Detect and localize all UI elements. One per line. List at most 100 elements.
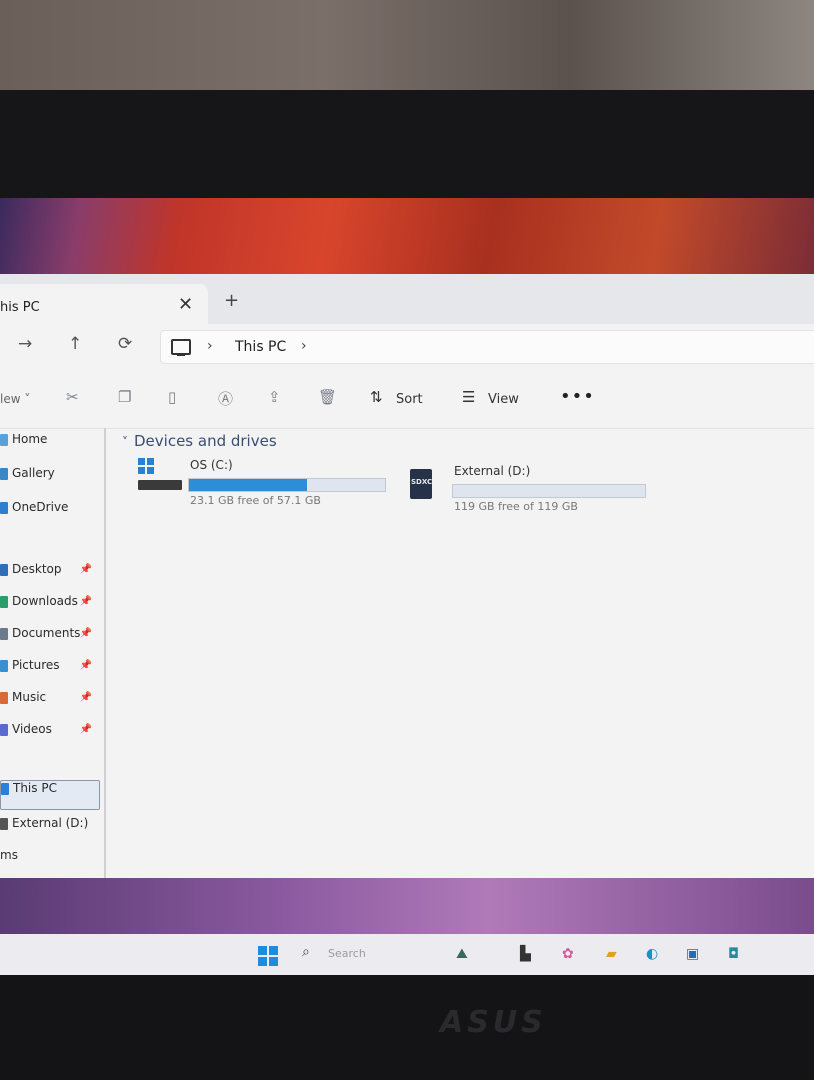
- more-options-icon[interactable]: •••: [560, 386, 595, 407]
- monitor-bezel-top: [0, 90, 814, 200]
- forward-icon[interactable]: →: [18, 334, 32, 354]
- drive-usage-fill: [189, 479, 307, 491]
- sort-icon[interactable]: ⇅: [370, 388, 383, 406]
- start-button[interactable]: [258, 946, 278, 966]
- sidebar-item-music[interactable]: Music 📌: [0, 690, 102, 714]
- tab-this-pc[interactable]: his PC ✕: [0, 284, 208, 324]
- view-button[interactable]: View: [488, 392, 519, 407]
- view-icon[interactable]: ☰: [462, 388, 475, 406]
- refresh-icon[interactable]: ⟳: [118, 334, 132, 354]
- drive-free-space: 23.1 GB free of 57.1 GB: [190, 494, 321, 507]
- taskbar-search[interactable]: Search: [328, 947, 366, 960]
- copilot-icon[interactable]: ✿: [562, 946, 574, 962]
- widgets-icon[interactable]: ⛰: [456, 946, 468, 962]
- desktop-icon: [0, 563, 8, 576]
- cut-icon[interactable]: ✂: [66, 388, 79, 406]
- hard-drive-icon: [138, 480, 182, 490]
- pin-icon: 📌: [79, 692, 92, 703]
- sidebar-item-label: OneDrive: [12, 500, 69, 514]
- delete-icon[interactable]: 🗑: [318, 388, 337, 406]
- new-tab-icon[interactable]: +: [224, 290, 239, 311]
- new-button[interactable]: lew ˅: [0, 392, 30, 406]
- videos-icon: [0, 723, 8, 736]
- drive-usage-bar: [452, 484, 646, 498]
- drive-name: OS (C:): [190, 458, 233, 472]
- sidebar-item-gallery[interactable]: Gallery: [0, 466, 102, 490]
- gallery-icon: [0, 467, 8, 480]
- pin-icon: 📌: [79, 628, 92, 639]
- screen: his PC ✕ + → ↑ ⟳ › This PC › lew ˅ ✂ ❐ ▯…: [0, 198, 814, 978]
- sidebar-item-label: Pictures: [12, 658, 60, 672]
- search-icon[interactable]: ⌕: [302, 944, 310, 960]
- sidebar-item-external-d[interactable]: External (D:): [0, 816, 102, 840]
- monitor-bezel-bottom: ASUS: [0, 975, 814, 1080]
- drive-os-c[interactable]: OS (C:) 23.1 GB free of 57.1 GB: [188, 458, 388, 507]
- task-view-icon[interactable]: ▙: [520, 946, 531, 962]
- documents-icon: [0, 627, 8, 640]
- sidebar-item-this-pc[interactable]: This PC: [0, 780, 100, 810]
- download-icon: [0, 595, 8, 608]
- command-bar: lew ˅ ✂ ❐ ▯ Ⓐ ⇪ 🗑 ⇅ Sort ☰ View •••: [0, 372, 814, 429]
- sd-card-badge: SDXC: [411, 478, 433, 486]
- section-title: Devices and drives: [134, 432, 277, 450]
- file-explorer-window: his PC ✕ + → ↑ ⟳ › This PC › lew ˅ ✂ ❐ ▯…: [0, 274, 814, 882]
- sidebar-item-label: Downloads: [12, 594, 78, 608]
- section-devices-and-drives[interactable]: ˅ Devices and drives: [122, 432, 277, 450]
- pc-icon: [1, 782, 9, 795]
- sidebar-item-downloads[interactable]: Downloads 📌: [0, 594, 102, 618]
- breadcrumb-chevron-icon[interactable]: ›: [207, 338, 213, 354]
- pin-icon: 📌: [79, 596, 92, 607]
- drive-external-d[interactable]: External (D:) 119 GB free of 119 GB: [452, 464, 652, 513]
- drive-free-space: 119 GB free of 119 GB: [454, 500, 578, 513]
- close-tab-icon[interactable]: ✕: [178, 294, 193, 315]
- sidebar-item-desktop[interactable]: Desktop 📌: [0, 562, 102, 586]
- sidebar-item-label: External (D:): [12, 816, 89, 830]
- outlook-icon[interactable]: ◘: [728, 946, 739, 962]
- sort-button[interactable]: Sort: [396, 392, 423, 407]
- sd-card-icon: SDXC: [410, 469, 432, 499]
- background-room: [0, 0, 814, 100]
- sidebar-item-label: Music: [12, 690, 47, 704]
- address-bar[interactable]: › This PC ›: [160, 330, 814, 364]
- sidebar-item-label: Documents: [12, 626, 81, 640]
- drive-usage-bar: [188, 478, 386, 492]
- pin-icon: 📌: [79, 660, 92, 671]
- pictures-icon: [0, 659, 8, 672]
- paste-icon[interactable]: ▯: [168, 388, 176, 406]
- rename-icon[interactable]: Ⓐ: [218, 388, 233, 409]
- drive-icon: [0, 817, 8, 830]
- sidebar-item-home[interactable]: Home: [0, 432, 102, 456]
- sidebar-item-onedrive[interactable]: OneDrive: [0, 500, 102, 524]
- navigation-bar: → ↑ ⟳ › This PC ›: [0, 324, 814, 370]
- sidebar-item-pictures[interactable]: Pictures 📌: [0, 658, 102, 682]
- sidebar-item-label: ms: [0, 848, 18, 862]
- sidebar-item-ms[interactable]: ms: [0, 848, 102, 872]
- share-icon[interactable]: ⇪: [268, 388, 281, 406]
- store-icon[interactable]: ▣: [686, 946, 699, 962]
- breadcrumb-chevron-icon[interactable]: ›: [301, 338, 307, 354]
- drive-name: External (D:): [454, 464, 531, 478]
- navigation-pane: Home Gallery OneDrive Desktop 📌 Downloads 📌 Doc…: [0, 428, 106, 882]
- windows-drive-icon: [138, 458, 154, 474]
- brand-logo: ASUS: [440, 1005, 547, 1040]
- copy-icon[interactable]: ❐: [118, 388, 131, 406]
- pin-icon: 📌: [79, 724, 92, 735]
- tab-title: his PC: [0, 300, 40, 315]
- sidebar-item-label: Videos: [12, 722, 52, 736]
- music-icon: [0, 691, 8, 704]
- sidebar-item-label: Gallery: [12, 466, 55, 480]
- taskbar: ⌕ Search ⛰ ▙ ✿ ▰ ◐ ▣ ◘: [0, 934, 814, 978]
- sidebar-item-label: Desktop: [12, 562, 62, 576]
- cloud-icon: [0, 501, 8, 514]
- up-icon[interactable]: ↑: [68, 334, 82, 354]
- sidebar-item-videos[interactable]: Videos 📌: [0, 722, 102, 746]
- sidebar-item-documents[interactable]: Documents 📌: [0, 626, 102, 650]
- desktop-wallpaper-bottom: [0, 878, 814, 934]
- file-explorer-taskbar-icon[interactable]: ▰: [606, 946, 617, 962]
- chevron-down-icon: ˅: [122, 435, 128, 449]
- breadcrumb-this-pc[interactable]: This PC: [235, 339, 286, 355]
- edge-icon[interactable]: ◐: [646, 946, 658, 962]
- this-pc-icon: [171, 339, 191, 356]
- tab-bar: his PC ✕ +: [0, 274, 814, 324]
- pin-icon: 📌: [79, 564, 92, 575]
